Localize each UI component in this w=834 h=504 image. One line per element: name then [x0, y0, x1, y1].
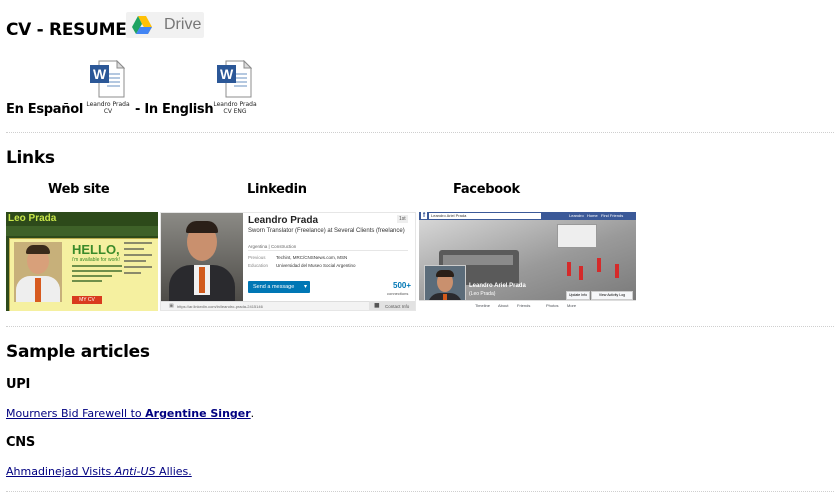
- doc-en-line1: Leandro Prada: [213, 101, 257, 108]
- facebook-search-input[interactable]: Leandro Ariel Prada: [429, 213, 541, 219]
- doc-en-line2: CV ENG: [223, 108, 247, 115]
- facebook-nav-timeline[interactable]: Timeline: [475, 303, 490, 308]
- facebook-view-activity-button[interactable]: View Activity Log: [591, 291, 633, 300]
- linkedin-separator: [248, 250, 408, 251]
- upi-article-link[interactable]: Mourners Bid Farewell to Argentine Singe…: [6, 407, 251, 420]
- english-label: - In English: [135, 102, 214, 117]
- articles-title: Sample articles: [6, 342, 150, 362]
- facebook-home-link[interactable]: Home: [587, 213, 598, 218]
- cns-article-link[interactable]: Ahmadinejad Visits Anti-US Allies.: [6, 465, 192, 478]
- folder-icon: ■: [374, 302, 380, 309]
- google-drive-icon: [132, 16, 152, 34]
- linkedin-headline: Sworn Translator (Freelance) at Several …: [248, 228, 405, 234]
- links-title: Links: [6, 148, 55, 168]
- website-subtitle: i'm available for work!: [72, 257, 120, 263]
- facebook-top-user[interactable]: Leandro: [569, 213, 584, 218]
- facebook-nav-more[interactable]: More: [567, 303, 576, 308]
- linkedin-previous-label: Previous: [248, 255, 266, 260]
- word-letter: W: [220, 66, 234, 82]
- facebook-logo-icon: f: [421, 212, 427, 219]
- cns-article-line: Ahmadinejad Visits Anti-US Allies.: [6, 465, 192, 478]
- chevron-down-icon: ▾: [303, 284, 307, 290]
- doc-es-label: Leandro Prada CV: [85, 101, 131, 115]
- website-brand: Leo Prada: [8, 213, 57, 224]
- cv-title: CV - RESUME: [6, 20, 127, 40]
- cv-spanish-document[interactable]: W Leandro Prada CV: [86, 60, 130, 118]
- linkedin-connections: 500+: [393, 281, 412, 290]
- upi-article-line: Mourners Bid Farewell to Argentine Singe…: [6, 407, 254, 420]
- linkedin-thumbnail[interactable]: Leandro Prada 1st Sworn Translator (Free…: [160, 212, 416, 311]
- facebook-find-friends-link[interactable]: Find Friends: [601, 213, 623, 218]
- facebook-nav-about[interactable]: About: [498, 303, 508, 308]
- linkedin-education-label: Education: [248, 263, 269, 268]
- doc-es-line1: Leandro Prada: [86, 101, 130, 108]
- doc-es-line2: CV: [103, 108, 113, 115]
- link-icon: ▣: [169, 303, 174, 309]
- upi-label: UPI: [6, 377, 31, 392]
- linkedin-location: Argentina: [248, 244, 268, 249]
- facebook-update-info-button[interactable]: Update Info: [566, 291, 590, 300]
- upi-article-end: .: [250, 407, 255, 420]
- divider: [6, 132, 834, 133]
- website-menu-bar: [6, 226, 158, 236]
- divider: [6, 326, 834, 327]
- cns-label: CNS: [6, 435, 35, 450]
- website-body-text: [72, 265, 122, 285]
- linkedin-photo: [161, 213, 243, 301]
- upi-article-text: Mourners Bid Farewell to: [6, 407, 146, 420]
- spanish-label: En Español: [6, 102, 83, 117]
- word-letter: W: [93, 66, 107, 82]
- linkedin-profile-url[interactable]: https://ar.linkedin.com/in/leandro-prada…: [177, 304, 263, 309]
- linkedin-location-row: Argentina | Construction: [248, 244, 297, 249]
- google-drive-button[interactable]: Drive: [126, 12, 204, 38]
- divider: [6, 491, 834, 492]
- linkedin-connections-label: connections: [387, 291, 409, 296]
- facebook-nav-photos[interactable]: Photos: [546, 303, 558, 308]
- upi-article-bold: Argentine Singer: [145, 407, 251, 420]
- linkedin-contact-info-label: Contact Info: [385, 304, 410, 309]
- facebook-nav-bar: Timeline About Friends Photos More: [419, 300, 636, 311]
- linkedin-name: Leandro Prada: [248, 215, 319, 226]
- linkedin-contact-info-button[interactable]: ■ Contact Info: [369, 301, 415, 310]
- linkedin-send-label: Send a message: [253, 284, 295, 290]
- linkedin-education: Universidad del Museo Social Argentino: [276, 263, 356, 268]
- cns-article-text: Ahmadinejad Visits: [6, 465, 115, 478]
- facebook-thumbnail[interactable]: f Leandro Ariel Prada Leandro Home Find …: [419, 212, 636, 311]
- linkedin-previous: Techint, MRC/CNSNews.com, MSN: [276, 255, 348, 260]
- website-portrait: [14, 242, 62, 302]
- cns-article-text-end: Allies.: [155, 465, 192, 478]
- website-sidebar-text: [124, 242, 152, 298]
- drive-label: Drive: [164, 16, 202, 33]
- facebook-nav-friends[interactable]: Friends: [517, 303, 530, 308]
- linkedin-label: Linkedin: [247, 182, 307, 197]
- website-label: Web site: [48, 182, 110, 197]
- facebook-nickname: (Leo Prada): [469, 291, 496, 297]
- facebook-profile-name: Leandro Ariel Prada: [469, 283, 526, 289]
- website-hello: HELLO,: [72, 242, 120, 257]
- website-thumbnail[interactable]: Leo Prada HELLO, i'm available for work!…: [6, 212, 158, 311]
- linkedin-industry: Construction: [270, 244, 297, 249]
- linkedin-badge: 1st: [397, 215, 408, 223]
- facebook-label: Facebook: [453, 182, 520, 197]
- website-cv-button[interactable]: MY CV: [72, 296, 102, 304]
- cv-english-document[interactable]: W Leandro Prada CV ENG: [213, 60, 257, 118]
- linkedin-send-message-button[interactable]: Send a message ▾: [248, 281, 310, 293]
- doc-en-label: Leandro Prada CV ENG: [212, 101, 258, 115]
- cns-article-italic: Anti-US: [114, 465, 156, 478]
